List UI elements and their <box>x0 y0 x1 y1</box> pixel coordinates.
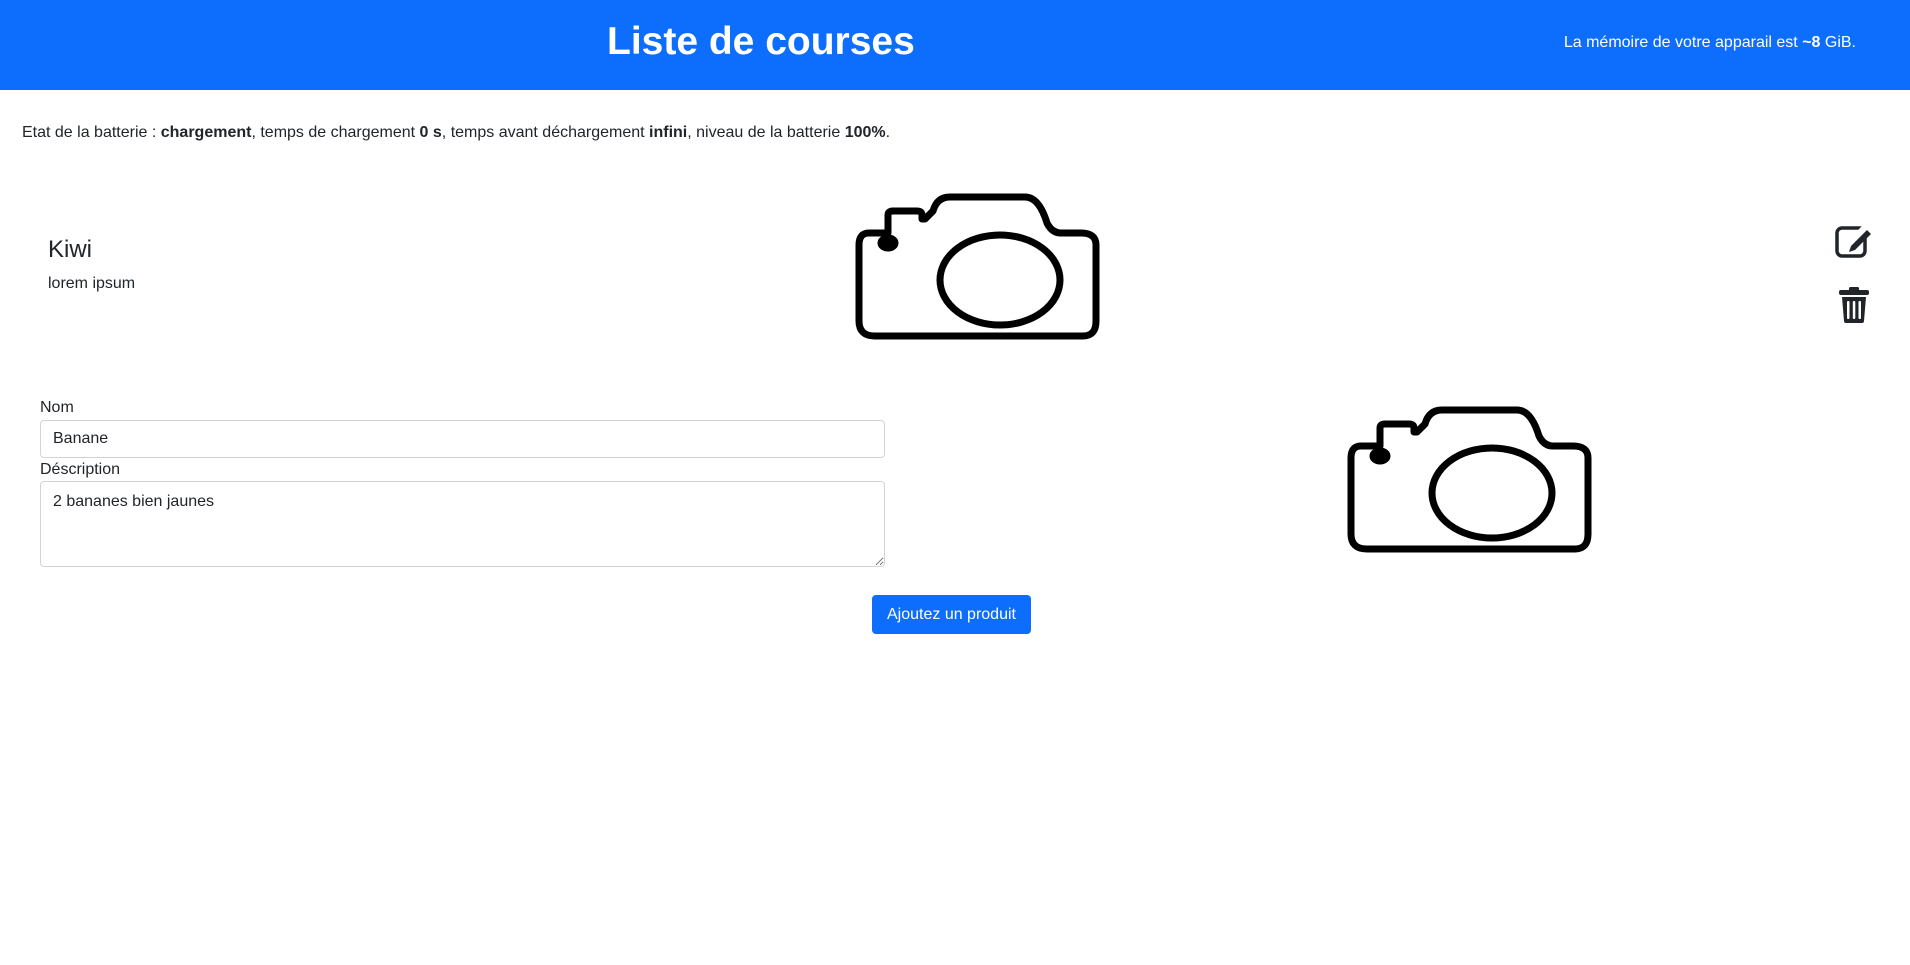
charge-time: 0 s <box>419 124 442 141</box>
trash-icon <box>1839 287 1869 323</box>
delete-button[interactable] <box>1831 285 1877 325</box>
page-title: Liste de courses <box>607 20 915 63</box>
battery-end: . <box>885 124 891 141</box>
memory-info: La mémoire de votre apparail est ~8 GiB. <box>1564 33 1856 53</box>
edit-icon <box>1835 224 1871 258</box>
name-input[interactable] <box>40 420 885 458</box>
product-name: Kiwi <box>48 236 93 263</box>
discharge-label: , temps avant déchargement <box>441 124 650 141</box>
description-textarea[interactable]: 2 bananes bien jaunes <box>40 481 885 567</box>
product-description: lorem ipsum <box>48 275 136 292</box>
battery-state: chargement <box>160 124 252 141</box>
memory-value: ~8 <box>1802 34 1821 51</box>
charge-time-label: , temps de chargement <box>251 124 420 141</box>
edit-button[interactable] <box>1831 222 1877 262</box>
add-product-button[interactable]: Ajoutez un produit <box>872 595 1031 634</box>
app-header: Liste de courses La mémoire de votre app… <box>0 0 1910 90</box>
memory-prefix: La mémoire de votre apparail est <box>1563 34 1803 51</box>
battery-status: Etat de la batterie : chargement, temps … <box>22 122 890 144</box>
camera-icon <box>855 193 1100 343</box>
memory-suffix: GiB. <box>1820 34 1856 51</box>
camera-icon[interactable] <box>1347 406 1592 556</box>
level-label: , niveau de la batterie <box>687 124 845 141</box>
discharge-time: infini <box>649 124 688 141</box>
battery-level: 100% <box>844 124 886 141</box>
name-label: Nom <box>40 399 74 416</box>
battery-label: Etat de la batterie : <box>22 124 161 141</box>
description-label: Déscription <box>40 461 121 478</box>
